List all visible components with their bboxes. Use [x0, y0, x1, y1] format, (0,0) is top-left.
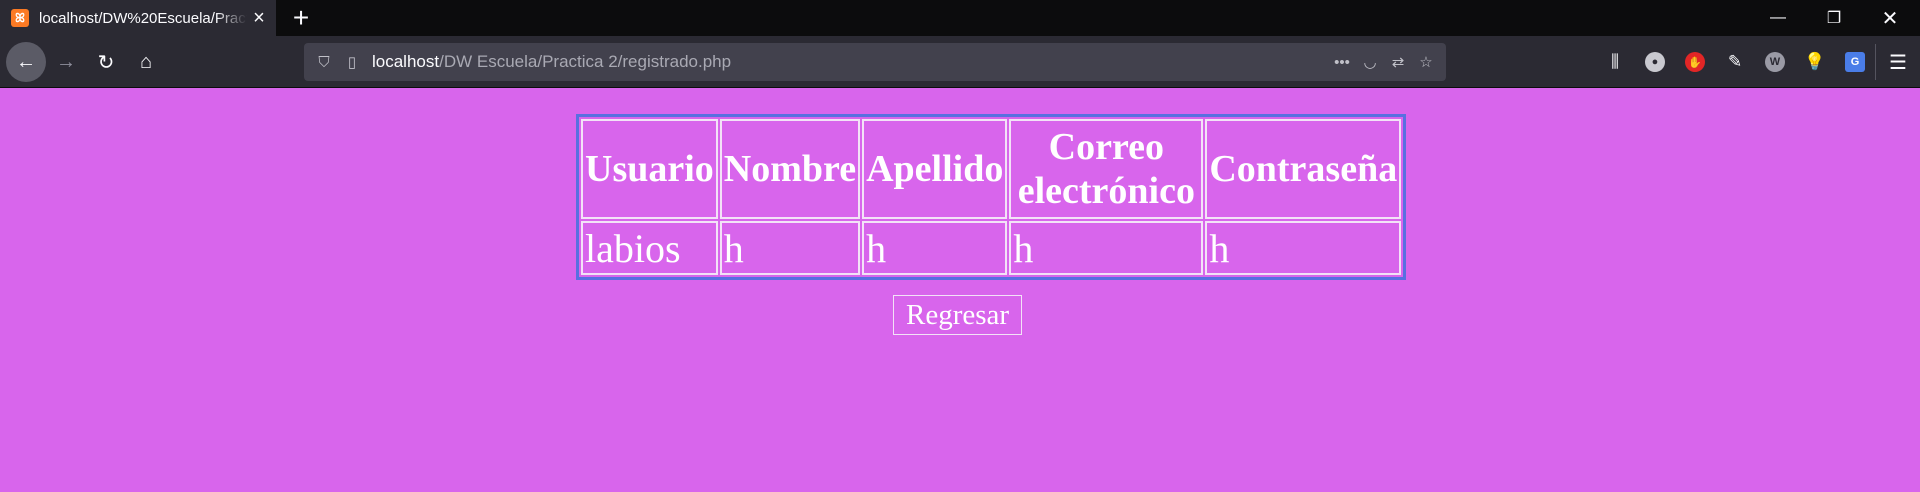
w-extension-icon[interactable]: W: [1755, 44, 1795, 80]
translate-icon[interactable]: ⇄: [1384, 48, 1412, 76]
header-nombre: Nombre: [719, 119, 861, 219]
restore-icon[interactable]: ❐: [1806, 0, 1862, 36]
minimize-icon[interactable]: —: [1750, 0, 1806, 36]
header-apellido: Apellido: [862, 119, 1008, 219]
cell-nombre: h: [719, 221, 861, 275]
url-bar[interactable]: ⛉ ▯ localhost/DW Escuela/Practica 2/regi…: [304, 43, 1446, 81]
tracking-shield-icon[interactable]: ⛉: [310, 48, 338, 76]
regresar-button[interactable]: Regresar: [893, 295, 1023, 335]
xampp-favicon-icon: ꕤ: [11, 9, 29, 27]
color-picker-icon[interactable]: ✎: [1715, 44, 1755, 80]
header-correo: Correo electrónico: [1009, 119, 1204, 219]
extension-toolbar: ⫼ ● ✋ ✎ W 💡 G ☰: [1595, 44, 1920, 80]
adblock-icon[interactable]: ✋: [1675, 44, 1715, 80]
library-icon[interactable]: ⫼: [1595, 44, 1635, 80]
url-path: /DW Escuela/Practica 2/registrado.php: [439, 52, 732, 71]
lightbulb-icon[interactable]: 💡: [1795, 44, 1835, 80]
tab-title: localhost/DW%20Escuela/Practica 2/regist…: [39, 9, 247, 27]
page-actions-icon[interactable]: •••: [1328, 48, 1356, 76]
header-contrasena: Contraseña: [1205, 119, 1402, 219]
reload-icon[interactable]: ↻: [88, 44, 124, 80]
table-row: labios h h h h: [581, 221, 1402, 275]
navigation-toolbar: ← → ↻ ⌂ ⛉ ▯ localhost/DW Escuela/Practic…: [0, 36, 1920, 88]
browser-tab[interactable]: ꕤ localhost/DW%20Escuela/Practica 2/regi…: [0, 0, 276, 36]
new-tab-icon[interactable]: +: [286, 3, 316, 33]
cell-apellido: h: [862, 221, 1008, 275]
back-arrow-icon[interactable]: ←: [6, 42, 46, 82]
account-icon[interactable]: ●: [1635, 44, 1675, 80]
home-icon[interactable]: ⌂: [128, 44, 164, 80]
cell-usuario: labios: [581, 221, 718, 275]
registered-users-table: Usuario Nombre Apellido Correo electróni…: [576, 114, 1407, 280]
close-tab-icon[interactable]: ×: [249, 7, 269, 29]
forward-arrow-icon[interactable]: →: [48, 44, 84, 80]
tab-bar: ꕤ localhost/DW%20Escuela/Practica 2/regi…: [0, 0, 1920, 36]
bookmark-star-icon[interactable]: ☆: [1412, 48, 1440, 76]
table-header-row: Usuario Nombre Apellido Correo electróni…: [581, 119, 1402, 219]
menu-icon[interactable]: ☰: [1875, 44, 1920, 80]
header-usuario: Usuario: [581, 119, 718, 219]
google-translate-icon[interactable]: G: [1835, 44, 1875, 80]
cell-contrasena: h: [1205, 221, 1402, 275]
pocket-icon[interactable]: ◡: [1356, 48, 1384, 76]
url-text[interactable]: localhost/DW Escuela/Practica 2/registra…: [372, 52, 1328, 72]
url-host: localhost: [372, 52, 440, 71]
cell-correo: h: [1009, 221, 1204, 275]
page-info-icon[interactable]: ▯: [338, 48, 366, 76]
close-window-icon[interactable]: ✕: [1862, 0, 1918, 36]
